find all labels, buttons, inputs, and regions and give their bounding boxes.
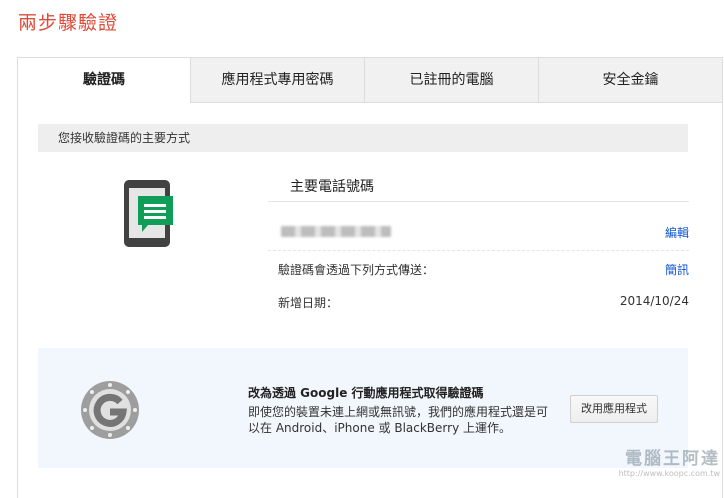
divider-top (268, 201, 689, 202)
tab-bar: 驗證碼 應用程式專用密碼 已註冊的電腦 安全金鑰 (18, 58, 722, 104)
promo-title: 改為透過 Google 行動應用程式取得驗證碼 (248, 386, 484, 400)
delivery-label: 驗證碼會透過下列方式傳送： (278, 263, 435, 277)
phone-number-redacted (281, 226, 391, 237)
settings-card: 驗證碼 應用程式專用密碼 已註冊的電腦 安全金鑰 您接收驗證碼的主要方式 主要電… (17, 57, 723, 498)
primary-phone-title: 主要電話號碼 (290, 179, 374, 195)
authenticator-promo: 改為透過 Google 行動應用程式取得驗證碼 即使您的裝置未連上網或無訊號，我… (38, 348, 688, 468)
delivery-row: 驗證碼會透過下列方式傳送： 簡訊 (278, 261, 689, 278)
tab-registered-computers[interactable]: 已註冊的電腦 (364, 58, 538, 103)
added-date-value: 2014/10/24 (619, 294, 689, 308)
promo-description: 即使您的裝置未連上網或無訊號，我們的應用程式還是可以在 Android、iPho… (248, 405, 549, 435)
added-date-row: 新增日期： 2014/10/24 (278, 294, 689, 311)
added-date-label: 新增日期： (278, 296, 339, 310)
tab-verification-code[interactable]: 驗證碼 (18, 58, 190, 103)
watermark-url: http://www.koopc.com.tw (618, 469, 720, 478)
section-heading: 您接收驗證碼的主要方式 (38, 124, 688, 152)
switch-to-app-button[interactable]: 改用應用程式 (570, 395, 658, 423)
tab-security-keys[interactable]: 安全金鑰 (538, 58, 722, 103)
page-title: 兩步驟驗證 (18, 12, 119, 34)
watermark: 電腦王阿達 http://www.koopc.com.tw (619, 444, 720, 478)
google-authenticator-icon (81, 381, 139, 439)
phone-sms-icon (124, 180, 173, 247)
edit-link[interactable]: 編輯 (665, 224, 689, 241)
tab-app-passwords[interactable]: 應用程式專用密碼 (190, 58, 364, 103)
divider-middle (268, 250, 689, 251)
watermark-text: 電腦王阿達 (625, 449, 720, 469)
delivery-method-link[interactable]: 簡訊 (665, 261, 689, 278)
